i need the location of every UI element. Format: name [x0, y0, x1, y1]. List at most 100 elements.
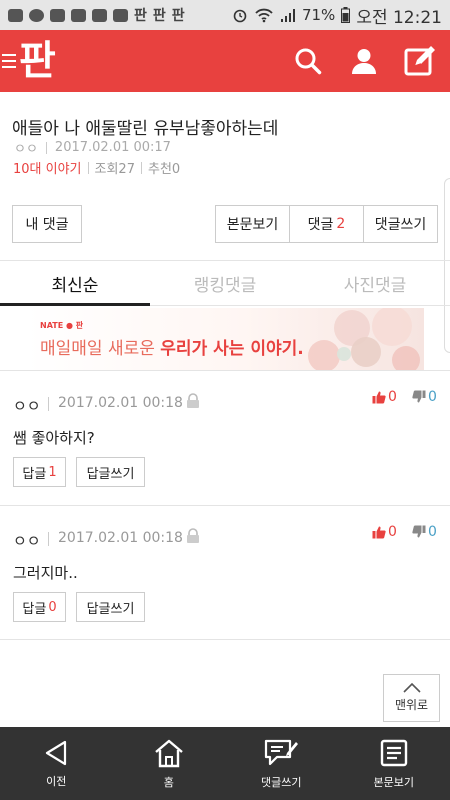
like-count: 0: [388, 524, 397, 540]
chevron-up-icon: [402, 683, 421, 693]
write-reply-button[interactable]: 답글쓰기: [76, 592, 145, 622]
comment-date: 2017.02.01 00:18: [58, 530, 183, 546]
tab-ranking[interactable]: 랭킹댓글: [150, 261, 300, 305]
thumbs-down-icon: [412, 390, 426, 403]
like-button[interactable]: 0: [372, 524, 397, 540]
document-icon: [380, 739, 407, 766]
user-icon: [352, 49, 376, 74]
article-date: 2017.02.01 00:17: [54, 140, 171, 155]
nav-write-comment-label: 댓글쓰기: [261, 775, 302, 789]
alarm-icon: [233, 9, 247, 23]
phone-icon: [71, 8, 86, 22]
comment-author: ㅇㅇ: [13, 397, 41, 415]
comment-body: 쌤 좋아하지?: [13, 429, 95, 447]
report-icon[interactable]: [186, 393, 200, 409]
status-bar: 판 판 판 71% 오전 12:21: [0, 0, 450, 30]
nav-view-post[interactable]: 본문보기: [338, 727, 450, 800]
replies-label: 답글: [22, 466, 47, 482]
search-icon: [295, 48, 322, 75]
banner-text: 매일매일 새로운 우리가 사는 이야기.: [40, 334, 304, 359]
write-button[interactable]: [402, 43, 438, 79]
divider: [140, 161, 142, 174]
app-header: 판: [0, 30, 450, 92]
battery-percent: 71%: [301, 6, 336, 24]
thumbs-down-icon: [412, 525, 426, 538]
profile-button[interactable]: [346, 43, 382, 79]
article-recommend: 추천0: [147, 162, 181, 177]
nav-home-label: 홈: [163, 775, 174, 789]
divider: [45, 141, 47, 154]
talk-icon: [92, 8, 107, 22]
write-icon: [404, 46, 435, 76]
app-icon: [29, 8, 44, 22]
like-button[interactable]: 0: [372, 389, 397, 405]
tab-photo[interactable]: 사진댓글: [300, 261, 450, 305]
replies-button[interactable]: 답글 0: [13, 592, 66, 622]
article-category[interactable]: 10대 이야기: [13, 158, 82, 177]
article-author: ㅇㅇ: [14, 142, 38, 157]
replies-count: 1: [48, 464, 57, 480]
write-reply-button[interactable]: 답글쓰기: [76, 457, 145, 487]
dislike-button[interactable]: 0: [412, 524, 437, 540]
nav-write-comment[interactable]: 댓글쓰기: [225, 727, 338, 800]
clock: 오전 12:21: [356, 7, 442, 28]
like-count: 0: [388, 389, 397, 405]
comments-count: 2: [336, 216, 346, 232]
article-views: 조회27: [94, 162, 135, 177]
menu-icon[interactable]: [2, 54, 16, 68]
nav-view-post-label: 본문보기: [373, 775, 414, 789]
pann-app-icon: 판: [171, 8, 185, 24]
pann-app-icon: 판: [152, 8, 166, 24]
thumbs-up-icon: [372, 391, 386, 404]
nav-back[interactable]: 이전: [0, 727, 113, 800]
comment-date: 2017.02.01 00:18: [58, 395, 183, 411]
message-icon: [8, 8, 23, 22]
notification-icons: 판 판 판: [8, 5, 185, 25]
system-icons: 71% 오전 12:21: [232, 3, 442, 28]
comment-button-group: 본문보기 댓글 2 댓글쓰기: [215, 205, 438, 243]
comment-sort-tabs: 최신순 랭킹댓글 사진댓글: [0, 260, 450, 306]
scroll-top-label: 맨위로: [394, 698, 429, 712]
comments-button[interactable]: 댓글 2: [290, 206, 364, 242]
search-button[interactable]: [290, 43, 326, 79]
nav-back-label: 이전: [46, 774, 67, 788]
banner-text-highlight: 우리가 사는 이야기.: [160, 339, 304, 359]
dislike-count: 0: [428, 389, 437, 405]
home-icon: [154, 739, 183, 767]
comment-item: ㅇㅇ 2017.02.01 00:18 0 0 그러지마.. 답글 0 답글쓰기: [0, 506, 450, 640]
bottom-nav: 이전 홈 댓글쓰기 본문보기: [0, 727, 450, 800]
replies-button[interactable]: 답글 1: [13, 457, 66, 487]
view-post-button[interactable]: 본문보기: [216, 206, 290, 242]
comment-author: ㅇㅇ: [13, 532, 41, 550]
dislike-button[interactable]: 0: [412, 389, 437, 405]
banner-brand: NATE ● 판: [40, 321, 84, 330]
pann-app-icon: 판: [134, 8, 147, 24]
ad-banner[interactable]: NATE ● 판 매일매일 새로운 우리가 사는 이야기.: [26, 308, 424, 370]
scroll-top-button[interactable]: 맨위로: [383, 674, 440, 722]
thumbs-up-icon: [372, 526, 386, 539]
wifi-icon: [255, 8, 273, 22]
replies-count: 0: [48, 599, 57, 615]
comments-label: 댓글: [307, 217, 334, 233]
my-comments-button[interactable]: 내 댓글: [12, 205, 82, 243]
replies-label: 답글: [22, 601, 47, 617]
dislike-count: 0: [428, 524, 437, 540]
report-icon[interactable]: [186, 528, 200, 544]
divider: [87, 161, 89, 174]
back-icon: [46, 740, 67, 765]
logo-text: 판: [19, 38, 56, 84]
balloons-illustration: [308, 308, 420, 370]
image-icon: [113, 8, 128, 22]
tab-latest[interactable]: 최신순: [0, 261, 150, 306]
divider: [48, 532, 49, 546]
nav-home[interactable]: 홈: [113, 727, 226, 800]
signal-icon: [280, 9, 295, 22]
pann-logo[interactable]: 판: [0, 30, 56, 92]
comment-item: ㅇㅇ 2017.02.01 00:18 0 0 쌤 좋아하지? 답글 1 답글쓰기: [0, 370, 450, 506]
comment-actions-row: 내 댓글 본문보기 댓글 2 댓글쓰기: [0, 205, 450, 243]
article-meta: ㅇㅇ 2017.02.01 00:17: [14, 138, 171, 157]
write-comment-button[interactable]: 댓글쓰기: [364, 206, 437, 242]
article-title: 애들아 나 애둘딸린 유부남좋아하는데: [12, 119, 279, 139]
banner-text-plain: 매일매일 새로운: [40, 339, 161, 359]
article-stats: 10대 이야기 조회27 추천0: [13, 158, 180, 177]
